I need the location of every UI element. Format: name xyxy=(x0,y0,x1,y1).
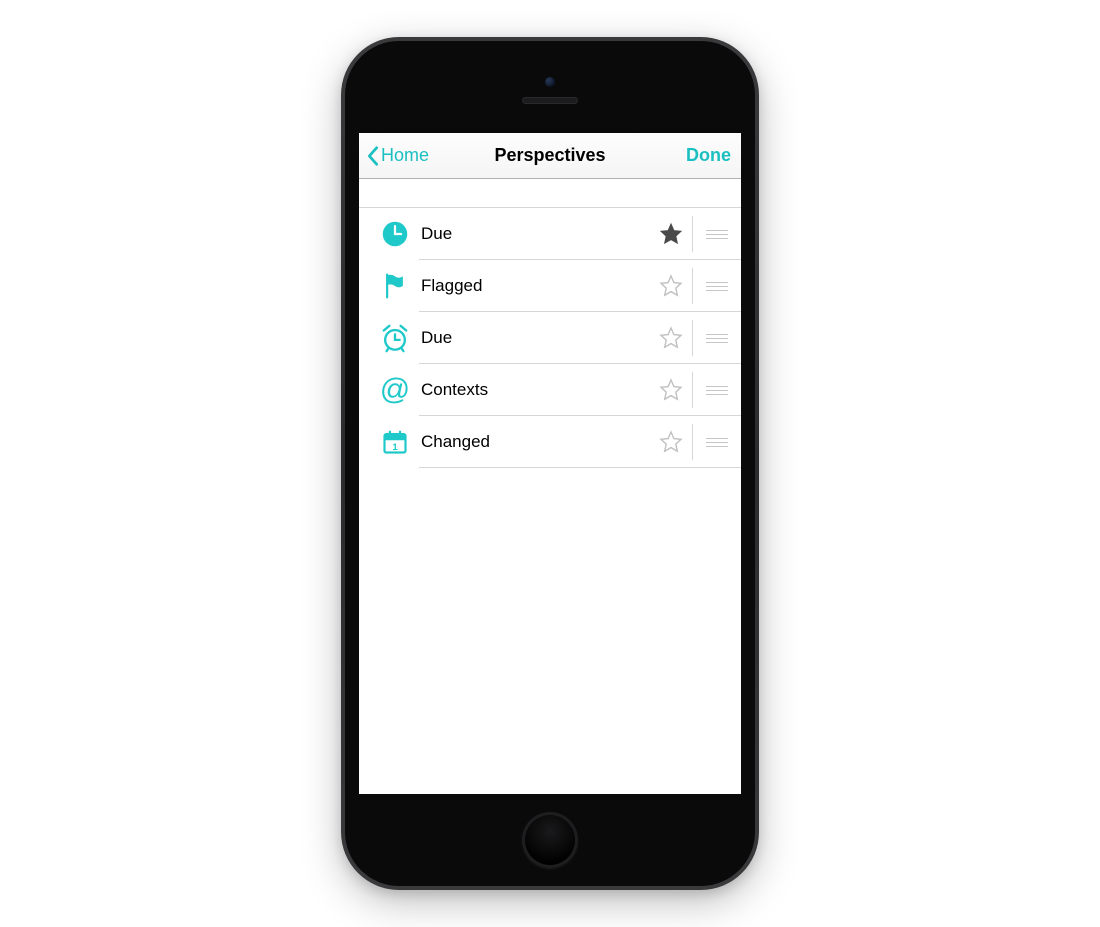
back-label: Home xyxy=(381,145,429,166)
phone-body: Home Perspectives Done Due xyxy=(345,41,755,886)
star-empty-icon xyxy=(659,326,683,350)
phone-top xyxy=(345,41,755,133)
list-item-due-alarm[interactable]: Due xyxy=(359,312,741,364)
phone-frame: Home Perspectives Done Due xyxy=(341,37,759,890)
row-label: Due xyxy=(417,224,650,244)
perspectives-list: Due xyxy=(359,207,741,468)
calendar-icon: 1 xyxy=(373,428,417,456)
star-empty-icon xyxy=(659,430,683,454)
favorite-toggle[interactable] xyxy=(650,430,692,454)
drag-handle-icon[interactable] xyxy=(693,334,741,343)
svg-text:1: 1 xyxy=(392,442,398,453)
star-empty-icon xyxy=(659,378,683,402)
clock-icon xyxy=(373,220,417,248)
favorite-toggle[interactable] xyxy=(650,274,692,298)
speaker-grill-icon xyxy=(522,97,578,104)
done-button[interactable]: Done xyxy=(686,145,731,166)
drag-handle-icon[interactable] xyxy=(693,230,741,239)
favorite-toggle[interactable] xyxy=(650,378,692,402)
favorite-toggle[interactable] xyxy=(650,326,692,350)
row-label: Contexts xyxy=(417,380,650,400)
list-item-changed[interactable]: 1 Changed xyxy=(359,416,741,468)
alarm-icon xyxy=(373,323,417,353)
row-label: Due xyxy=(417,328,650,348)
camera-icon xyxy=(545,77,555,87)
list-item-flagged[interactable]: Flagged xyxy=(359,260,741,312)
row-label: Changed xyxy=(417,432,650,452)
chevron-left-icon xyxy=(365,145,381,167)
back-button[interactable]: Home xyxy=(365,145,429,167)
star-filled-icon xyxy=(659,222,683,246)
list-item-due[interactable]: Due xyxy=(359,208,741,260)
row-label: Flagged xyxy=(417,276,650,296)
list-item-contexts[interactable]: @ Contexts xyxy=(359,364,741,416)
star-empty-icon xyxy=(659,274,683,298)
favorite-toggle[interactable] xyxy=(650,222,692,246)
drag-handle-icon[interactable] xyxy=(693,438,741,447)
drag-handle-icon[interactable] xyxy=(693,386,741,395)
at-icon: @ xyxy=(373,375,417,405)
drag-handle-icon[interactable] xyxy=(693,282,741,291)
screen: Home Perspectives Done Due xyxy=(359,133,741,794)
flag-icon xyxy=(373,272,417,300)
home-button[interactable] xyxy=(522,812,578,868)
navbar: Home Perspectives Done xyxy=(359,133,741,179)
phone-bottom xyxy=(345,794,755,886)
